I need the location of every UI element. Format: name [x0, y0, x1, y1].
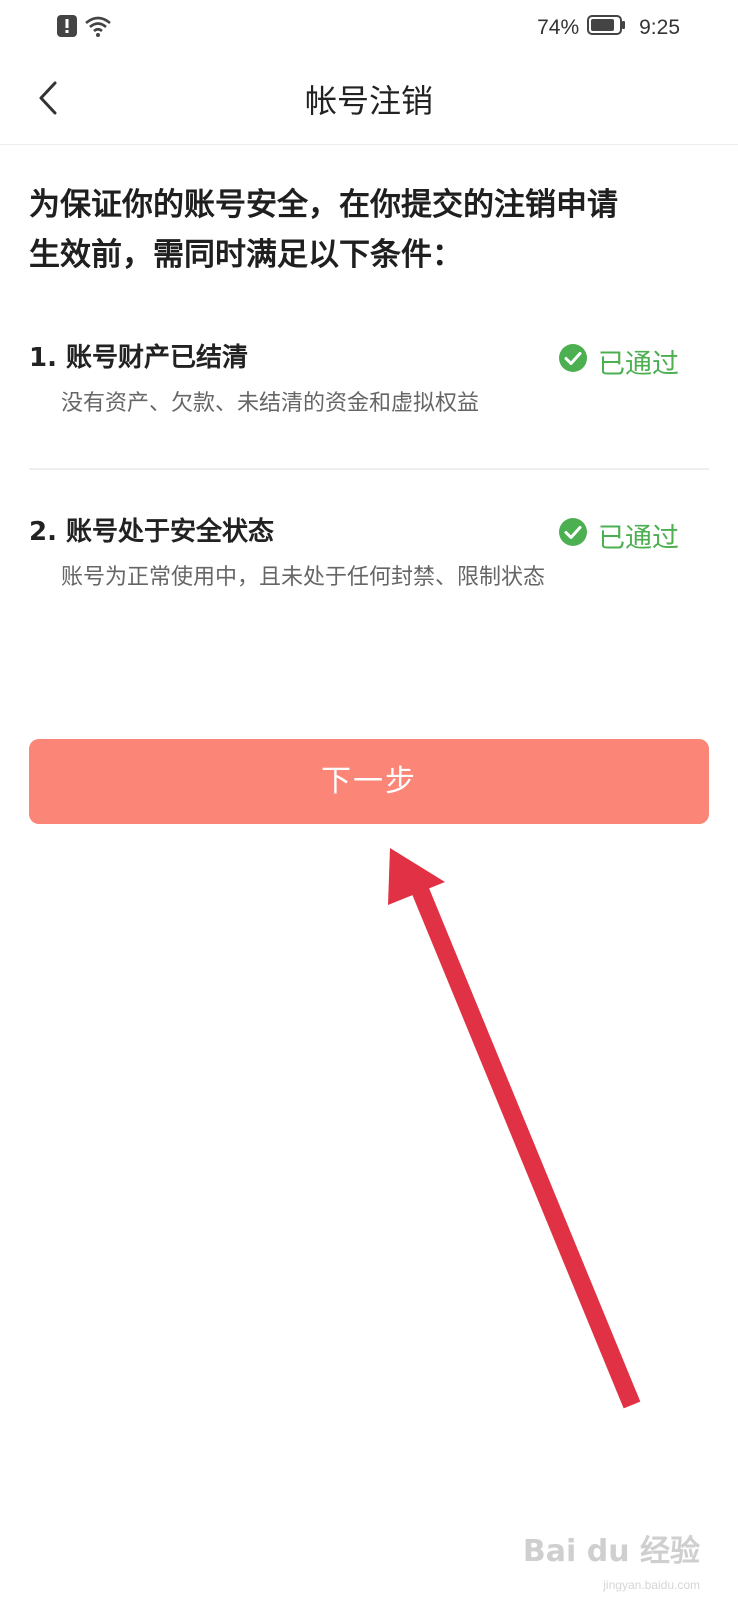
status-bar: 74% 9:25 [0, 0, 738, 58]
intro-line-1: 为保证你的账号安全，在你提交的注销申请 [29, 187, 618, 223]
battery-percent: 74% [537, 16, 580, 39]
condition-item-1: 1. 账号财产已结清 没有资产、欠款、未结清的资金和虚拟权益 已通过 [29, 336, 709, 422]
condition-item-2: 2. 账号处于安全状态 账号为正常使用中，且未处于任何封禁、限制状态 已通过 [29, 510, 709, 596]
check-circle-icon [558, 343, 588, 380]
condition-description: 没有资产、欠款、未结清的资金和虚拟权益 [61, 391, 480, 416]
status-label: 已通过 [598, 523, 679, 554]
watermark-url: jingyan.baidu.com [603, 1578, 700, 1592]
intro-text: 为保证你的账号安全，在你提交的注销申请 生效前，需同时满足以下条件： [29, 180, 709, 280]
watermark-logo: Bai du 经验 [522, 1534, 700, 1569]
status-left-icons [56, 14, 112, 42]
battery-icon [587, 14, 627, 42]
wifi-icon [84, 14, 112, 42]
intro-line-2: 生效前，需同时满足以下条件： [29, 237, 463, 273]
watermark: Bai du 经验 jingyan.baidu.com [522, 1526, 700, 1592]
status-label: 已通过 [598, 349, 679, 380]
condition-status: 已通过 [558, 342, 679, 381]
condition-description: 账号为正常使用中，且未处于任何封禁、限制状态 [61, 565, 546, 590]
divider [29, 468, 709, 470]
next-step-button[interactable]: 下一步 [29, 739, 709, 824]
clock: 9:25 [639, 16, 680, 39]
page-title: 帐号注销 [304, 82, 433, 120]
status-right: 74% 9:25 [537, 14, 680, 42]
nav-bar: 帐号注销 [0, 58, 738, 145]
alert-icon [56, 14, 78, 42]
check-circle-icon [558, 517, 588, 554]
condition-status: 已通过 [558, 516, 679, 555]
